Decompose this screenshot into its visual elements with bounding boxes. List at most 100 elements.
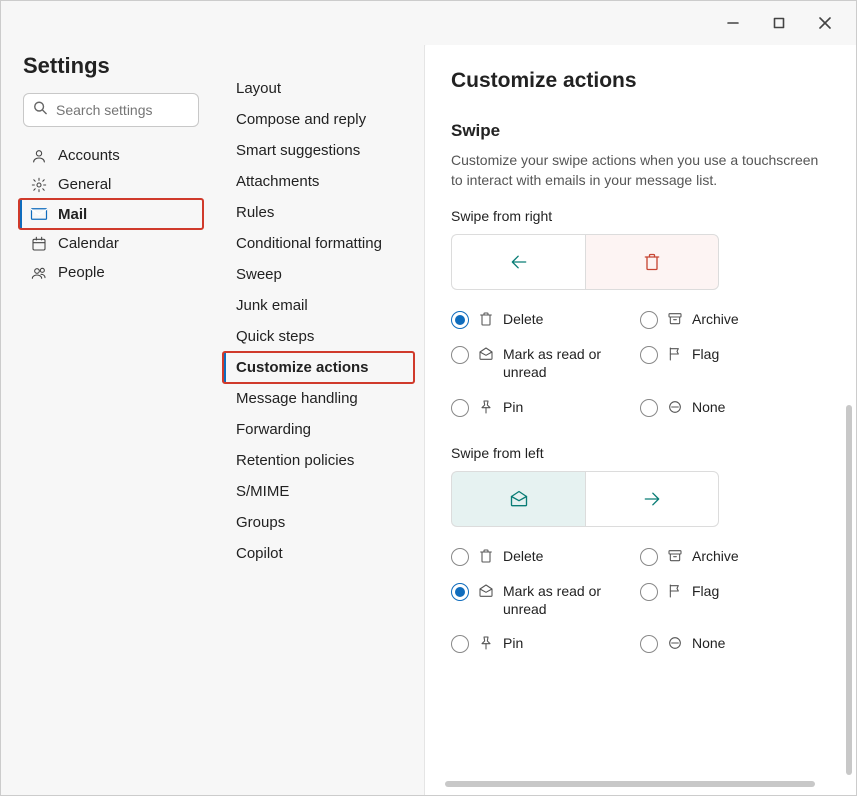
radio-button[interactable] (451, 548, 469, 566)
settings-sidebar: Settings AccountsGeneral Mail Calendar Peop… (1, 45, 213, 795)
option-label: Delete (503, 310, 632, 328)
swipe-left-option-delete[interactable]: Delete (451, 547, 632, 566)
option-label: Pin (503, 398, 632, 416)
sidebar-item-label: People (58, 264, 105, 281)
subnav-item-sweep[interactable]: Sweep (223, 259, 414, 290)
swipe-left-preview-arrow (585, 471, 719, 527)
trash-icon (477, 311, 495, 327)
radio-button[interactable] (451, 635, 469, 653)
swipe-left-label: Swipe from left (451, 445, 830, 461)
calendar-icon (30, 236, 48, 252)
minimize-button[interactable] (710, 7, 756, 39)
subnav-item-smart-suggestions[interactable]: Smart suggestions (223, 135, 414, 166)
mail-icon (30, 205, 48, 223)
subnav-item-conditional-formatting[interactable]: Conditional formatting (223, 228, 414, 259)
option-label: Delete (503, 547, 632, 565)
radio-button[interactable] (640, 583, 658, 601)
envelope-open-icon (477, 583, 495, 599)
swipe-left-preview (451, 471, 830, 527)
radio-button[interactable] (640, 346, 658, 364)
sidebar-item-people[interactable]: People (19, 258, 203, 287)
option-label: Archive (692, 310, 821, 328)
subnav-item-label: Copilot (236, 545, 283, 562)
subnav-item-label: Forwarding (236, 421, 311, 438)
radio-button[interactable] (640, 399, 658, 417)
radio-button[interactable] (451, 311, 469, 329)
sidebar-item-label: Mail (58, 206, 87, 223)
gear-icon (30, 177, 48, 193)
swipe-section-desc: Customize your swipe actions when you us… (451, 151, 821, 190)
subnav-item-label: Attachments (236, 173, 319, 190)
subnav-item-layout[interactable]: Layout (223, 73, 414, 104)
sidebar-item-mail[interactable]: Mail (19, 199, 203, 229)
vertical-scrollbar[interactable] (846, 405, 852, 775)
swipe-right-preview (451, 234, 830, 290)
close-button[interactable] (802, 7, 848, 39)
option-label: None (692, 634, 821, 652)
subnav-item-rules[interactable]: Rules (223, 197, 414, 228)
swipe-left-option-pin[interactable]: Pin (451, 634, 632, 653)
option-label: Flag (692, 582, 821, 600)
subnav-item-attachments[interactable]: Attachments (223, 166, 414, 197)
subnav-item-s-mime[interactable]: S/MIME (223, 476, 414, 507)
mail-settings-subnav: Layout Compose and reply Smart suggestions… (213, 45, 425, 795)
flag-icon (666, 346, 684, 362)
page-title: Customize actions (451, 69, 830, 93)
swipe-right-label: Swipe from right (451, 208, 830, 224)
person-icon (30, 148, 48, 164)
radio-button[interactable] (640, 311, 658, 329)
subnav-item-label: S/MIME (236, 483, 289, 500)
swipe-right-option-archive[interactable]: Archive (640, 310, 821, 329)
maximize-button[interactable] (756, 7, 802, 39)
radio-button[interactable] (640, 635, 658, 653)
radio-button[interactable] (451, 583, 469, 601)
swipe-right-option-none[interactable]: None (640, 398, 821, 417)
horizontal-scrollbar[interactable] (445, 781, 815, 787)
search-input[interactable] (23, 93, 199, 127)
settings-title: Settings (23, 53, 199, 79)
subnav-item-label: Compose and reply (236, 111, 366, 128)
sidebar-item-calendar[interactable]: Calendar (19, 229, 203, 258)
subnav-item-label: Groups (236, 514, 285, 531)
search-container (23, 93, 199, 127)
swipe-left-preview-action (451, 471, 585, 527)
subnav-item-quick-steps[interactable]: Quick steps (223, 321, 414, 352)
subnav-item-label: Smart suggestions (236, 142, 360, 159)
swipe-left-option-archive[interactable]: Archive (640, 547, 821, 566)
radio-button[interactable] (451, 399, 469, 417)
subnav-item-copilot[interactable]: Copilot (223, 538, 414, 569)
subnav-item-label: Retention policies (236, 452, 354, 469)
subnav-item-label: Message handling (236, 390, 358, 407)
archive-icon (666, 548, 684, 564)
subnav-item-message-handling[interactable]: Message handling (223, 383, 414, 414)
customize-actions-panel: Customize actions Swipe Customize your s… (425, 45, 856, 795)
option-label: Archive (692, 547, 821, 565)
subnav-item-junk-email[interactable]: Junk email (223, 290, 414, 321)
sidebar-item-accounts[interactable]: Accounts (19, 141, 203, 170)
subnav-item-customize-actions[interactable]: Customize actions (223, 352, 414, 383)
swipe-right-option-delete[interactable]: Delete (451, 310, 632, 329)
subnav-item-label: Customize actions (236, 359, 369, 376)
radio-button[interactable] (640, 548, 658, 566)
swipe-left-option-read[interactable]: Mark as read or unread (451, 582, 632, 618)
radio-button[interactable] (451, 346, 469, 364)
subnav-item-compose-and-reply[interactable]: Compose and reply (223, 104, 414, 135)
subnav-item-label: Layout (236, 80, 281, 97)
none-icon (666, 635, 684, 651)
swipe-right-option-read[interactable]: Mark as read or unread (451, 345, 632, 381)
subnav-item-label: Rules (236, 204, 274, 221)
swipe-right-option-flag[interactable]: Flag (640, 345, 821, 381)
subnav-item-retention-policies[interactable]: Retention policies (223, 445, 414, 476)
swipe-section-title: Swipe (451, 121, 830, 141)
swipe-left-option-none[interactable]: None (640, 634, 821, 653)
sidebar-item-general[interactable]: General (19, 170, 203, 199)
swipe-right-option-pin[interactable]: Pin (451, 398, 632, 417)
flag-icon (666, 583, 684, 599)
option-label: None (692, 398, 821, 416)
subnav-item-forwarding[interactable]: Forwarding (223, 414, 414, 445)
subnav-item-groups[interactable]: Groups (223, 507, 414, 538)
swipe-left-option-flag[interactable]: Flag (640, 582, 821, 618)
subnav-item-label: Sweep (236, 266, 282, 283)
pin-icon (477, 635, 495, 651)
option-label: Pin (503, 634, 632, 652)
